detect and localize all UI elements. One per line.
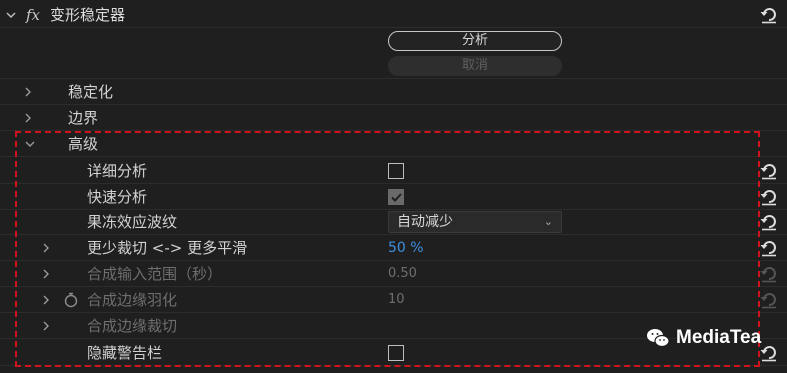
checkmark-icon <box>390 192 402 202</box>
section-borders[interactable]: 边界 <box>0 105 787 131</box>
cancel-button[interactable]: 取消 <box>388 56 562 76</box>
analyze-row: 分析 <box>0 28 787 54</box>
fast-analysis-row: 快速分析 <box>0 184 787 210</box>
section-label: 稳定化 <box>68 83 114 101</box>
reset-icon[interactable] <box>759 5 779 25</box>
fx-icon[interactable]: fx <box>26 2 40 28</box>
chevron-right-icon[interactable] <box>39 235 53 261</box>
section-stabilization[interactable]: 稳定化 <box>0 79 787 105</box>
chevron-down-icon[interactable] <box>23 131 37 157</box>
crop-smooth-value[interactable]: 50 % <box>388 235 424 261</box>
analyze-button[interactable]: 分析 <box>388 31 562 51</box>
chevron-right-icon[interactable] <box>21 105 35 131</box>
synthesis-input-range-value: 0.50 <box>388 266 417 281</box>
rolling-shutter-select[interactable]: 自动减少 ⌄ <box>388 211 562 233</box>
synthesis-input-range-label: 合成输入范围（秒） <box>87 265 223 283</box>
detailed-analysis-checkbox[interactable] <box>388 163 404 179</box>
hide-warning-banner-label: 隐藏警告栏 <box>87 344 163 362</box>
synthesis-edge-feather-row: 合成边缘羽化 10 <box>0 287 787 313</box>
fast-analysis-label: 快速分析 <box>87 188 148 206</box>
chevron-right-icon[interactable] <box>39 313 53 339</box>
effect-header-row: fx 变形稳定器 <box>0 2 787 28</box>
chevron-right-icon[interactable] <box>21 79 35 105</box>
reset-icon <box>759 290 779 310</box>
chevron-right-icon[interactable] <box>39 287 53 313</box>
rolling-shutter-value: 自动减少 <box>397 214 453 230</box>
reset-icon <box>759 264 779 284</box>
hide-warning-banner-checkbox[interactable] <box>388 345 404 361</box>
crop-smooth-row: 更少裁切 <-> 更多平滑 50 % <box>0 235 787 261</box>
rolling-shutter-row: 果冻效应波纹 自动减少 ⌄ <box>0 209 787 235</box>
detailed-analysis-row: 详细分析 <box>0 158 787 184</box>
section-label: 边界 <box>68 109 99 127</box>
fast-analysis-checkbox[interactable] <box>388 189 404 205</box>
synthesis-edge-feather-value: 10 <box>388 292 405 307</box>
section-label: 高级 <box>68 135 99 153</box>
rolling-shutter-label: 果冻效应波纹 <box>87 213 178 231</box>
chevron-down-icon: ⌄ <box>543 215 553 228</box>
reset-icon[interactable] <box>759 212 779 232</box>
stopwatch-icon[interactable] <box>63 292 79 308</box>
watermark: MediaTea <box>646 327 761 349</box>
synthesis-input-range-row: 合成输入范围（秒） 0.50 <box>0 261 787 287</box>
detailed-analysis-label: 详细分析 <box>87 162 148 180</box>
chevron-right-icon[interactable] <box>39 261 53 287</box>
chevron-down-icon[interactable] <box>4 2 18 28</box>
reset-icon[interactable] <box>759 238 779 258</box>
crop-smooth-label: 更少裁切 <-> 更多平滑 <box>87 239 248 257</box>
reset-icon[interactable] <box>759 187 779 207</box>
wechat-icon <box>647 329 670 348</box>
section-advanced[interactable]: 高级 <box>0 131 787 157</box>
effect-title: 变形稳定器 <box>50 6 126 24</box>
reset-icon[interactable] <box>759 161 779 181</box>
synthesis-edge-crop-label: 合成边缘裁切 <box>87 317 178 335</box>
reset-icon[interactable] <box>759 343 779 363</box>
cancel-row: 取消 <box>0 53 787 79</box>
watermark-text: MediaTea <box>676 327 762 348</box>
synthesis-edge-feather-label: 合成边缘羽化 <box>87 291 178 309</box>
